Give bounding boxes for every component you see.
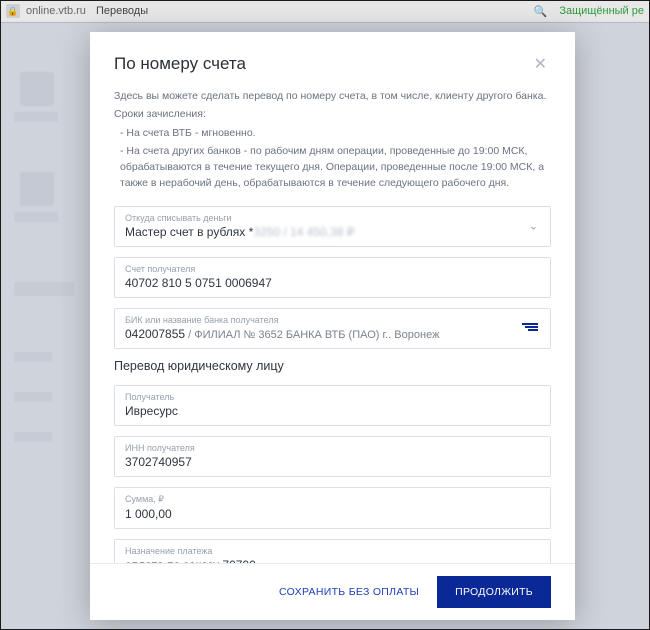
source-account-field[interactable]: Откуда списывать деньги Мастер счет в ру… (114, 206, 551, 247)
chevron-down-icon: ⌄ (529, 220, 538, 233)
recipient-account-field[interactable]: Счет получателя 40702 810 5 0751 0006947 (114, 257, 551, 298)
field-label: БИК или название банка получателя (125, 315, 540, 325)
page-tab-title: Переводы (96, 5, 148, 17)
save-without-payment-button[interactable]: СОХРАНИТЬ БЕЗ ОПЛАТЫ (279, 586, 419, 598)
browser-address-bar: 🔒 online.vtb.ru Переводы 🔍 Защищённый ре (0, 0, 650, 22)
bic-field[interactable]: БИК или название банка получателя 042007… (114, 308, 551, 349)
field-label: Откуда списывать деньги (125, 213, 540, 223)
field-label: Получатель (125, 392, 540, 402)
field-value: Мастер счет в рублях *3250 / 14 450,38 ₽ (125, 225, 540, 239)
field-label: Сумма, ₽ (125, 494, 540, 505)
field-value: 3702740957 (125, 455, 540, 469)
amount-field[interactable]: Сумма, ₽ 1 000,00 (114, 487, 551, 529)
field-value: 40702 810 5 0751 0006947 (125, 276, 540, 290)
field-label: Счет получателя (125, 264, 540, 274)
bank-logo-icon (522, 323, 538, 333)
field-value: оплата по заказу 70700 (125, 558, 540, 563)
modal-title: По номеру счета (114, 54, 530, 74)
field-label: Назначение платежа (125, 546, 540, 556)
close-icon[interactable]: ✕ (530, 50, 551, 78)
field-value: Ивресурс (125, 404, 540, 418)
field-value: 1 000,00 (125, 507, 540, 521)
section-title: Перевод юридическому лицу (114, 359, 551, 373)
recipient-name-field[interactable]: Получатель Ивресурс (114, 385, 551, 426)
url-text: online.vtb.ru (26, 5, 86, 17)
transfer-modal: По номеру счета ✕ Здесь вы можете сделат… (90, 32, 575, 620)
lock-icon: 🔒 (6, 4, 20, 18)
inn-field[interactable]: ИНН получателя 3702740957 (114, 436, 551, 477)
info-block: Здесь вы можете сделать перевод по номер… (114, 88, 551, 192)
secure-mode-label: Защищённый ре (559, 5, 644, 17)
field-label: ИНН получателя (125, 443, 540, 453)
continue-button[interactable]: ПРОДОЛЖИТЬ (437, 576, 551, 608)
purpose-field[interactable]: Назначение платежа оплата по заказу 7070… (114, 539, 551, 563)
field-value: 042007855 / ФИЛИАЛ № 3652 БАНКА ВТБ (ПАО… (125, 327, 540, 341)
search-icon[interactable]: 🔍 (534, 5, 548, 18)
